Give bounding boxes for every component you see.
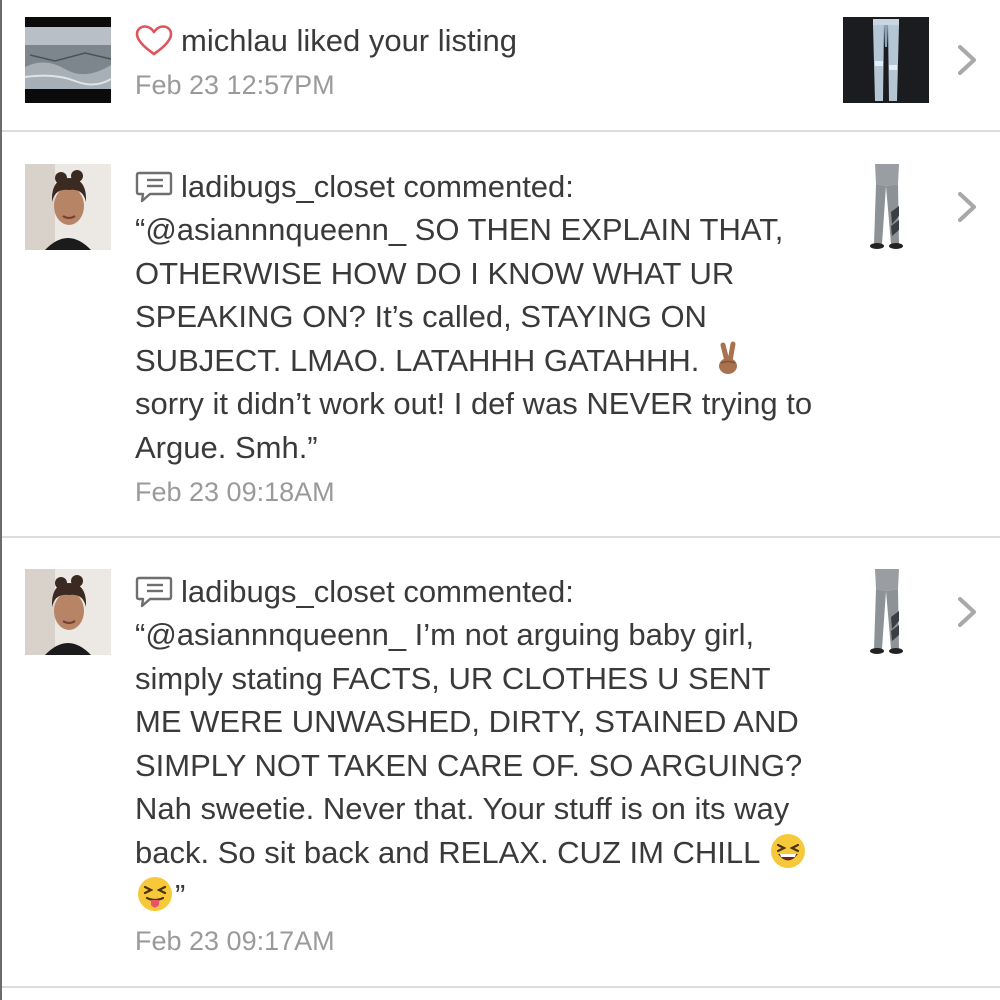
notification-item[interactable]: ladibugs_closet commented: “@asiannnquee…: [2, 538, 1000, 988]
username[interactable]: michlau: [181, 23, 288, 58]
listing-thumbnail[interactable]: [843, 17, 929, 103]
listing-thumbnail[interactable]: [843, 569, 929, 655]
comment-text-part: “@asiannnqueenn_ I’m not arguing baby gi…: [135, 617, 803, 870]
notification-feed: michlau liked your listing Feb 23 12:57P…: [0, 0, 1000, 1000]
chevron-right-icon[interactable]: [950, 43, 984, 77]
notification-action: liked your listing: [296, 23, 517, 58]
comment-text-part: sorry it didn’t work out! I def was NEVE…: [135, 386, 813, 465]
notification-action: commented:: [403, 574, 574, 609]
comment-text-part: “@asiannnqueenn_ SO THEN EXPLAIN THAT, O…: [135, 212, 784, 378]
avatar[interactable]: [25, 569, 111, 655]
username[interactable]: ladibugs_closet: [181, 169, 395, 204]
avatar[interactable]: [25, 17, 111, 103]
comment-text-part: ”: [175, 878, 186, 913]
notification-headline: ladibugs_closet commented:: [135, 570, 825, 613]
notification-headline: michlau liked your listing: [135, 19, 825, 62]
timestamp: Feb 23 12:57PM: [135, 70, 335, 100]
avatar[interactable]: [25, 164, 111, 250]
timestamp: Feb 23 09:18AM: [135, 477, 335, 507]
username[interactable]: ladibugs_closet: [181, 574, 395, 609]
squinting-face-with-tongue-emoji: [137, 876, 173, 912]
notification-action: commented:: [403, 169, 574, 204]
comment-text: “@asiannnqueenn_ SO THEN EXPLAIN THAT, O…: [135, 208, 825, 469]
victory-hand-emoji: [710, 341, 746, 377]
timestamp: Feb 23 09:17AM: [135, 925, 335, 956]
chevron-right-icon[interactable]: [950, 190, 984, 224]
notification-item[interactable]: michlau liked your listing Feb 23 12:57P…: [2, 0, 1000, 132]
grinning-squinting-face-emoji: [770, 833, 806, 869]
comment-bubble-icon: [135, 576, 173, 608]
heart-outline-icon: [135, 25, 173, 57]
notification-headline: ladibugs_closet commented:: [135, 165, 825, 208]
comment-bubble-icon: [135, 171, 173, 203]
notification-item[interactable]: ladibugs_closet commented: “@asiannnquee…: [2, 132, 1000, 538]
chevron-right-icon[interactable]: [950, 595, 984, 629]
listing-thumbnail[interactable]: [843, 164, 929, 250]
comment-text: “@asiannnqueenn_ I’m not arguing baby gi…: [135, 613, 825, 918]
